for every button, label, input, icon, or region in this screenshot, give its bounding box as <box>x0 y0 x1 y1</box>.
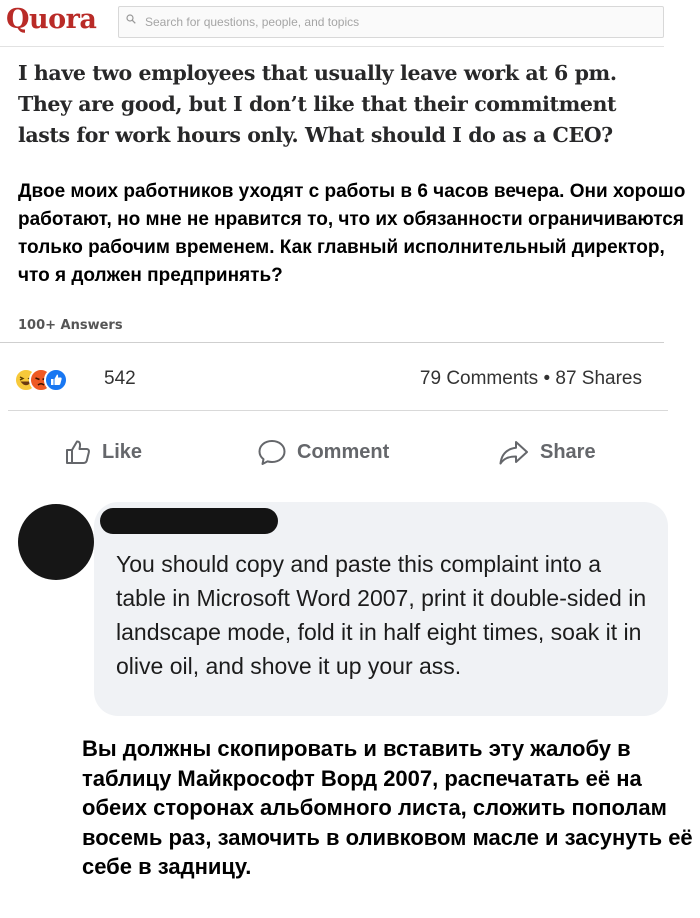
comment-text: You should copy and paste this complaint… <box>116 551 647 679</box>
search-input[interactable] <box>143 9 647 35</box>
like-reaction-icon <box>44 368 68 392</box>
share-icon <box>499 441 528 465</box>
quora-logo[interactable]: Quora <box>6 4 97 35</box>
reaction-count[interactable]: 542 <box>104 368 136 390</box>
share-label: Share <box>540 440 596 463</box>
like-icon <box>66 440 90 464</box>
answers-count[interactable]: 100+ Answers <box>18 318 123 333</box>
question-translation: Двое моих работников уходят с работы в 6… <box>18 181 686 286</box>
share-button[interactable]: Share <box>498 434 596 470</box>
comment-label: Comment <box>297 440 390 463</box>
question-title[interactable]: I have two employees that usually leave … <box>18 58 658 151</box>
comment-icon <box>258 440 286 465</box>
comments-shares-count[interactable]: 79 Comments • 87 Shares <box>420 368 642 390</box>
divider <box>0 342 664 343</box>
like-button[interactable]: Like <box>64 434 142 470</box>
comment-button[interactable]: Comment <box>257 434 389 470</box>
search-icon <box>126 14 136 24</box>
commenter-name-redacted[interactable] <box>100 508 278 534</box>
like-label: Like <box>102 440 143 463</box>
search-box[interactable] <box>118 6 664 38</box>
avatar[interactable] <box>18 504 94 580</box>
divider <box>8 410 668 411</box>
quora-header: Quora <box>0 0 664 47</box>
comment-translation: Вы должны скопировать и вставить эту жал… <box>82 736 693 879</box>
